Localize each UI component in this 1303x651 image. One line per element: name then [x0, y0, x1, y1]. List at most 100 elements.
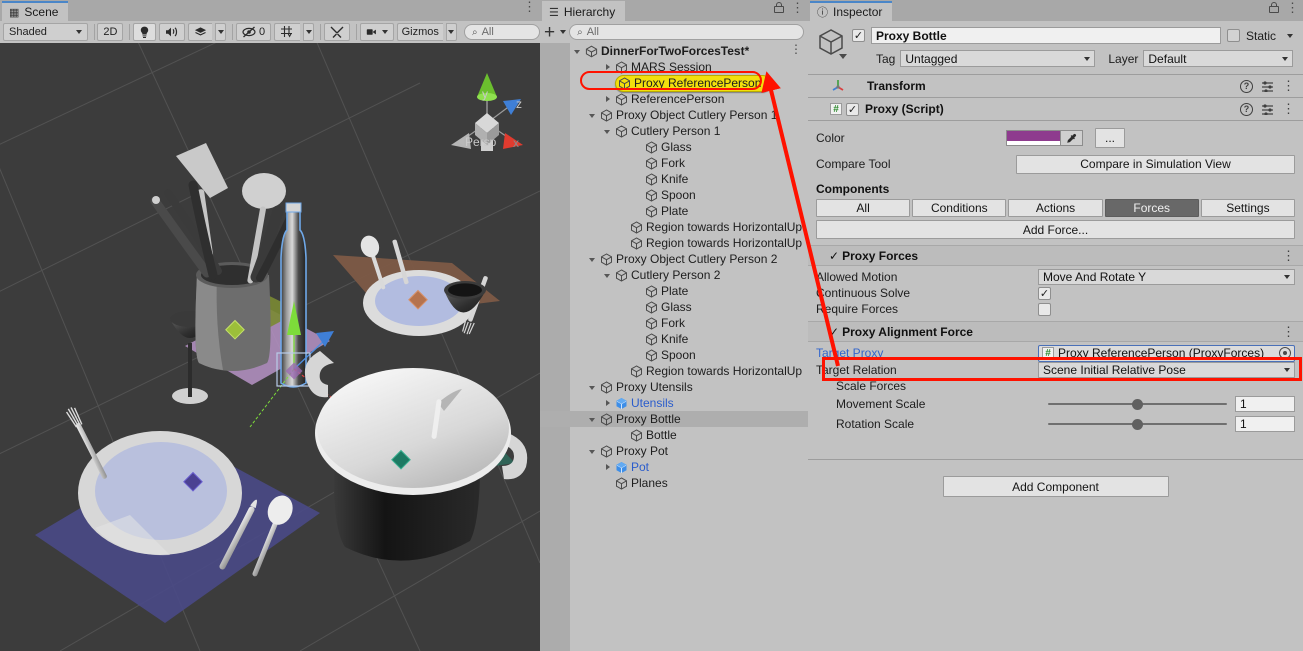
preset-icon-proxy[interactable]	[1261, 103, 1274, 115]
gizmos-button[interactable]: Gizmos	[397, 23, 443, 41]
hierarchy-item[interactable]: Proxy Object Cutlery Person 2	[540, 251, 808, 267]
scale-slider[interactable]	[1048, 416, 1227, 432]
lock-icon-inspector[interactable]	[1269, 2, 1279, 13]
hierarchy-item[interactable]: Spoon	[540, 187, 808, 203]
component-header-proxy-script[interactable]: # ✓ Proxy (Script) ? ⋮	[808, 98, 1303, 121]
filter-tab-all[interactable]: All	[816, 199, 910, 217]
hierarchy-item[interactable]: Knife	[540, 171, 808, 187]
hierarchy-tree[interactable]: DinnerForTwoForcesTest* ⋮ MARS SessionPr…	[540, 43, 808, 651]
foldout-down-icon[interactable]	[588, 254, 599, 265]
scene-foldout-icon[interactable]	[573, 46, 584, 57]
foldout-right-icon[interactable]	[603, 94, 614, 105]
scene-viewport[interactable]: y z x ◄ Persp	[0, 43, 540, 651]
scale-forces-foldout-icon[interactable]	[825, 381, 836, 392]
alignment-force-kebab-icon[interactable]: ⋮	[1282, 327, 1303, 337]
foldout-down-icon[interactable]	[588, 382, 599, 393]
foldout-down-icon[interactable]	[588, 414, 599, 425]
lighting-toggle-button[interactable]	[133, 23, 156, 41]
hierarchy-item[interactable]: Spoon	[540, 347, 808, 363]
alignment-force-foldout-icon[interactable]	[816, 326, 827, 337]
inspector-kebab-icon[interactable]: ⋮	[1286, 3, 1299, 13]
hierarchy-item[interactable]: ReferencePerson	[540, 91, 808, 107]
add-component-button[interactable]: Add Component	[943, 476, 1169, 497]
filter-tab-actions[interactable]: Actions	[1008, 199, 1102, 217]
object-enabled-checkbox[interactable]: ✓	[852, 29, 865, 42]
component-header-transform[interactable]: Transform ? ⋮	[808, 75, 1303, 98]
hierarchy-item[interactable]: Fork	[540, 155, 808, 171]
hierarchy-item[interactable]: Region towards HorizontalUp	[540, 363, 808, 379]
static-checkbox[interactable]	[1227, 29, 1240, 42]
hierarchy-item[interactable]: Region towards HorizontalUp	[540, 219, 808, 235]
audio-toggle-button[interactable]	[159, 23, 185, 41]
hierarchy-item[interactable]: Proxy Pot	[540, 443, 808, 459]
proxy-forces-kebab-icon[interactable]: ⋮	[1282, 251, 1303, 261]
help-icon-transform[interactable]: ?	[1240, 80, 1253, 93]
hierarchy-search-input[interactable]: ⌕ All	[569, 24, 804, 40]
hierarchy-item[interactable]: Plate	[540, 283, 808, 299]
hierarchy-item[interactable]: Region towards HorizontalUp	[540, 235, 808, 251]
gizmos-dropdown[interactable]	[446, 23, 457, 41]
filter-tab-forces[interactable]: Forces	[1105, 199, 1199, 217]
hierarchy-item[interactable]: Knife	[540, 331, 808, 347]
eyedropper-icon[interactable]	[1061, 130, 1083, 146]
transform-foldout-icon[interactable]	[814, 81, 825, 92]
layer-dropdown[interactable]: Default	[1143, 50, 1293, 67]
toggle-2d-button[interactable]: 2D	[97, 23, 123, 41]
effects-toggle-button[interactable]	[188, 23, 212, 41]
object-name-field[interactable]: Proxy Bottle	[871, 27, 1221, 44]
foldout-down-icon[interactable]	[588, 446, 599, 457]
compare-in-simulation-view-button[interactable]: Compare in Simulation View	[1016, 155, 1295, 174]
filter-tab-settings[interactable]: Settings	[1201, 199, 1295, 217]
add-gameobject-button[interactable]: +	[544, 25, 566, 40]
effects-dropdown[interactable]	[215, 23, 226, 41]
hidden-objects-button[interactable]: 0	[236, 23, 271, 41]
tab-inspector[interactable]: ⓘ Inspector	[810, 1, 892, 21]
tag-dropdown[interactable]: Untagged	[900, 50, 1095, 67]
proxy-forces-foldout-icon[interactable]	[816, 250, 827, 261]
gameobject-dropdown-arrow-icon[interactable]	[839, 54, 847, 59]
help-icon-proxy[interactable]: ?	[1240, 103, 1253, 116]
hierarchy-item[interactable]: Glass	[540, 299, 808, 315]
grid-snap-button[interactable]	[274, 23, 300, 41]
allowed-motion-dropdown[interactable]: Move And Rotate Y	[1038, 269, 1295, 285]
scene-kebab-icon[interactable]: ⋮	[523, 2, 536, 12]
hierarchy-item[interactable]: Plate	[540, 203, 808, 219]
foldout-down-icon[interactable]	[603, 126, 614, 137]
hierarchy-item[interactable]: Cutlery Person 2	[540, 267, 808, 283]
static-dropdown-icon[interactable]	[1287, 34, 1293, 38]
hierarchy-item[interactable]: Planes	[540, 475, 808, 491]
hierarchy-item[interactable]: Proxy Bottle	[540, 411, 808, 427]
foldout-down-icon[interactable]	[603, 270, 614, 281]
preset-icon-transform[interactable]	[1261, 80, 1274, 92]
hierarchy-item[interactable]: Cutlery Person 1	[540, 123, 808, 139]
hierarchy-item[interactable]: Proxy Object Cutlery Person 1	[540, 107, 808, 123]
component-tools-button[interactable]	[324, 23, 350, 41]
section-header-proxy-alignment-force[interactable]: ✓ Proxy Alignment Force ⋮	[808, 321, 1303, 342]
slider-knob[interactable]	[1132, 419, 1143, 430]
tab-scene[interactable]: ▦ Scene	[2, 1, 68, 21]
filter-tab-conditions[interactable]: Conditions	[912, 199, 1006, 217]
lock-icon[interactable]	[774, 2, 784, 13]
add-force-button[interactable]: Add Force...	[816, 220, 1295, 239]
slider-knob[interactable]	[1132, 399, 1143, 410]
proxy-script-kebab-icon[interactable]: ⋮	[1282, 104, 1295, 114]
section-header-proxy-forces[interactable]: ✓ Proxy Forces ⋮	[808, 245, 1303, 266]
scene-search-input[interactable]: ⌕ All	[464, 24, 540, 40]
continuous-solve-checkbox[interactable]: ✓	[1038, 287, 1051, 300]
hierarchy-item[interactable]: Proxy Utensils	[540, 379, 808, 395]
hierarchy-scene-row[interactable]: DinnerForTwoForcesTest* ⋮	[540, 43, 808, 59]
hierarchy-item[interactable]: Bottle	[540, 427, 808, 443]
alignment-force-enabled-glyph[interactable]: ✓	[829, 325, 839, 339]
require-forces-checkbox[interactable]	[1038, 303, 1051, 316]
transform-kebab-icon[interactable]: ⋮	[1282, 81, 1295, 91]
tab-hierarchy[interactable]: ☰ Hierarchy	[542, 1, 625, 21]
hierarchy-item[interactable]: Glass	[540, 139, 808, 155]
hierarchy-scene-kebab-icon[interactable]: ⋮	[790, 44, 802, 55]
foldout-down-icon[interactable]	[588, 110, 599, 121]
proxy-forces-enabled-glyph[interactable]: ✓	[829, 249, 839, 263]
scene-camera-button[interactable]	[360, 23, 394, 41]
gizmo-projection-label[interactable]: Persp	[465, 135, 496, 149]
scale-value-field[interactable]: 1	[1235, 396, 1295, 412]
color-more-button[interactable]: ...	[1095, 128, 1125, 148]
hierarchy-item[interactable]: Pot	[540, 459, 808, 475]
